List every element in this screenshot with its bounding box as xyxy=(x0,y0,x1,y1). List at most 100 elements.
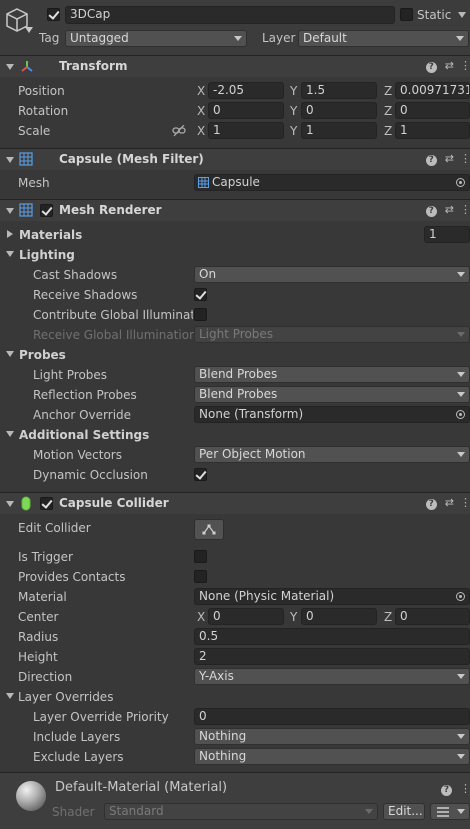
height-field[interactable]: 2 xyxy=(194,648,470,665)
mesh-object-field[interactable]: Capsule xyxy=(194,174,470,191)
help-icon[interactable]: ? xyxy=(425,62,437,73)
more-icon[interactable]: ⋮ xyxy=(460,152,470,165)
more-icon[interactable]: ⋮ xyxy=(460,203,470,216)
center-z-field[interactable]: 0 xyxy=(395,608,470,625)
materials-count-field[interactable]: 1 xyxy=(424,226,470,243)
layer-override-priority-field[interactable]: 0 xyxy=(194,708,470,725)
help-icon[interactable]: ? xyxy=(425,155,437,166)
mesh-label: Mesh xyxy=(18,176,50,190)
materials-foldout-arrow[interactable] xyxy=(7,230,13,238)
transform-header[interactable]: Transform ? ⇄⋮ xyxy=(0,55,470,77)
foldout-arrow[interactable] xyxy=(6,157,14,163)
include-layers-label: Include Layers xyxy=(33,730,121,744)
preset-icon[interactable]: ⇄ xyxy=(445,152,460,165)
materials-label[interactable]: Materials xyxy=(19,227,82,243)
anchor-override-field[interactable]: None (Transform) xyxy=(194,406,470,423)
mesh-filter-header[interactable]: Capsule (Mesh Filter) ? ⇄⋮ xyxy=(0,148,470,170)
exclude-layers-dropdown[interactable]: Nothing xyxy=(194,748,470,765)
center-x-field[interactable]: 0 xyxy=(208,608,284,625)
lighting-label[interactable]: Lighting xyxy=(19,247,75,263)
scale-z-field[interactable]: 1 xyxy=(395,122,470,139)
probes-label[interactable]: Probes xyxy=(19,347,66,363)
provides-contacts-checkbox[interactable] xyxy=(194,570,207,583)
motion-vectors-dropdown[interactable]: Per Object Motion xyxy=(194,446,470,463)
more-icon[interactable]: ⋮ xyxy=(460,496,470,509)
exclude-layers-value: Nothing xyxy=(199,749,247,763)
center-y-field[interactable]: 0 xyxy=(301,608,377,625)
reflection-probes-dropdown[interactable]: Blend Probes xyxy=(194,386,470,403)
help-icon[interactable]: ? xyxy=(425,206,437,217)
contribute-gi-checkbox[interactable] xyxy=(194,308,207,321)
icon-dropdown-arrow[interactable] xyxy=(25,27,33,33)
more-icon[interactable]: ⋮ xyxy=(460,59,470,72)
rotation-z-label: Z xyxy=(384,104,393,118)
foldout-arrow[interactable] xyxy=(6,208,14,214)
direction-dropdown[interactable]: Y-Axis xyxy=(194,668,470,685)
radius-field[interactable]: 0.5 xyxy=(194,628,470,645)
additional-settings-foldout-arrow[interactable] xyxy=(6,431,14,437)
position-z-field[interactable]: 0.00971731 xyxy=(395,82,470,99)
capsule-collider-header[interactable]: Capsule Collider ? ⇄⋮ xyxy=(0,492,470,514)
object-picker-icon[interactable] xyxy=(456,410,465,419)
shader-options-dropdown[interactable] xyxy=(430,803,470,820)
rotation-y-field[interactable]: 0 xyxy=(301,102,377,119)
include-layers-dropdown[interactable]: Nothing xyxy=(194,728,470,745)
cast-shadows-dropdown[interactable]: On xyxy=(194,266,470,283)
reflection-probes-label: Reflection Probes xyxy=(33,388,137,402)
dynamic-occlusion-checkbox[interactable] xyxy=(194,468,207,481)
contribute-gi-label: Contribute Global Illuminatio xyxy=(33,308,193,322)
tag-dropdown[interactable]: Untagged xyxy=(65,30,247,47)
receive-shadows-checkbox[interactable] xyxy=(194,288,207,301)
layer-overrides-label[interactable]: Layer Overrides xyxy=(18,689,113,705)
more-icon[interactable]: ⋮ xyxy=(460,782,470,795)
chevron-down-icon xyxy=(457,674,465,679)
help-icon[interactable]: ? xyxy=(425,499,437,510)
help-icon[interactable]: ? xyxy=(441,785,452,796)
mesh-filter-icon xyxy=(19,152,33,166)
rotation-z-field[interactable]: 0 xyxy=(395,102,470,119)
preset-icon[interactable]: ⇄ xyxy=(445,59,460,72)
collider-material-field[interactable]: None (Physic Material) xyxy=(194,588,470,605)
direction-label: Direction xyxy=(18,670,73,684)
shader-dropdown[interactable]: Standard xyxy=(104,803,378,820)
light-probes-value: Blend Probes xyxy=(199,367,278,381)
layer-dropdown[interactable]: Default xyxy=(298,30,469,47)
static-dropdown-arrow[interactable] xyxy=(458,12,466,18)
scale-y-field[interactable]: 1 xyxy=(301,122,377,139)
static-checkbox[interactable] xyxy=(400,8,413,21)
preset-icon[interactable]: ⇄ xyxy=(445,203,460,216)
cast-shadows-value: On xyxy=(199,267,217,281)
light-probes-dropdown[interactable]: Blend Probes xyxy=(194,366,470,383)
probes-foldout-arrow[interactable] xyxy=(6,351,14,357)
rotation-x-field[interactable]: 0 xyxy=(208,102,284,119)
static-label: Static xyxy=(417,8,452,22)
preset-icon[interactable]: ⇄ xyxy=(445,496,460,509)
position-x-label: X xyxy=(197,84,206,98)
position-x-field[interactable]: -2.05 xyxy=(208,82,284,99)
center-label: Center xyxy=(18,610,59,624)
chevron-down-icon xyxy=(457,392,465,397)
foldout-arrow[interactable] xyxy=(6,64,14,70)
link-icon[interactable] xyxy=(172,125,186,137)
lighting-foldout-arrow[interactable] xyxy=(6,251,14,257)
edit-bounds-icon xyxy=(202,524,216,535)
object-picker-icon[interactable] xyxy=(456,178,465,187)
collider-enabled-checkbox[interactable] xyxy=(40,497,53,510)
additional-settings-label[interactable]: Additional Settings xyxy=(19,427,149,443)
mesh-renderer-enabled-checkbox[interactable] xyxy=(40,204,53,217)
layer-overrides-foldout-arrow[interactable] xyxy=(6,693,14,699)
mesh-renderer-header[interactable]: Mesh Renderer ? ⇄⋮ xyxy=(0,199,470,221)
edit-shader-button[interactable]: Edit... xyxy=(383,803,425,820)
object-picker-icon[interactable] xyxy=(456,592,465,601)
edit-collider-button[interactable] xyxy=(194,519,224,540)
position-y-field[interactable]: 1.5 xyxy=(301,82,377,99)
rotation-y-label: Y xyxy=(290,104,298,118)
scale-x-field[interactable]: 1 xyxy=(208,122,284,139)
is-trigger-checkbox[interactable] xyxy=(194,550,207,563)
include-layers-value: Nothing xyxy=(199,729,247,743)
name-field[interactable]: 3DCap xyxy=(65,6,395,24)
transform-title: Transform xyxy=(59,59,128,73)
chevron-down-icon xyxy=(457,452,465,457)
active-checkbox[interactable] xyxy=(47,8,60,21)
foldout-arrow[interactable] xyxy=(6,501,14,507)
